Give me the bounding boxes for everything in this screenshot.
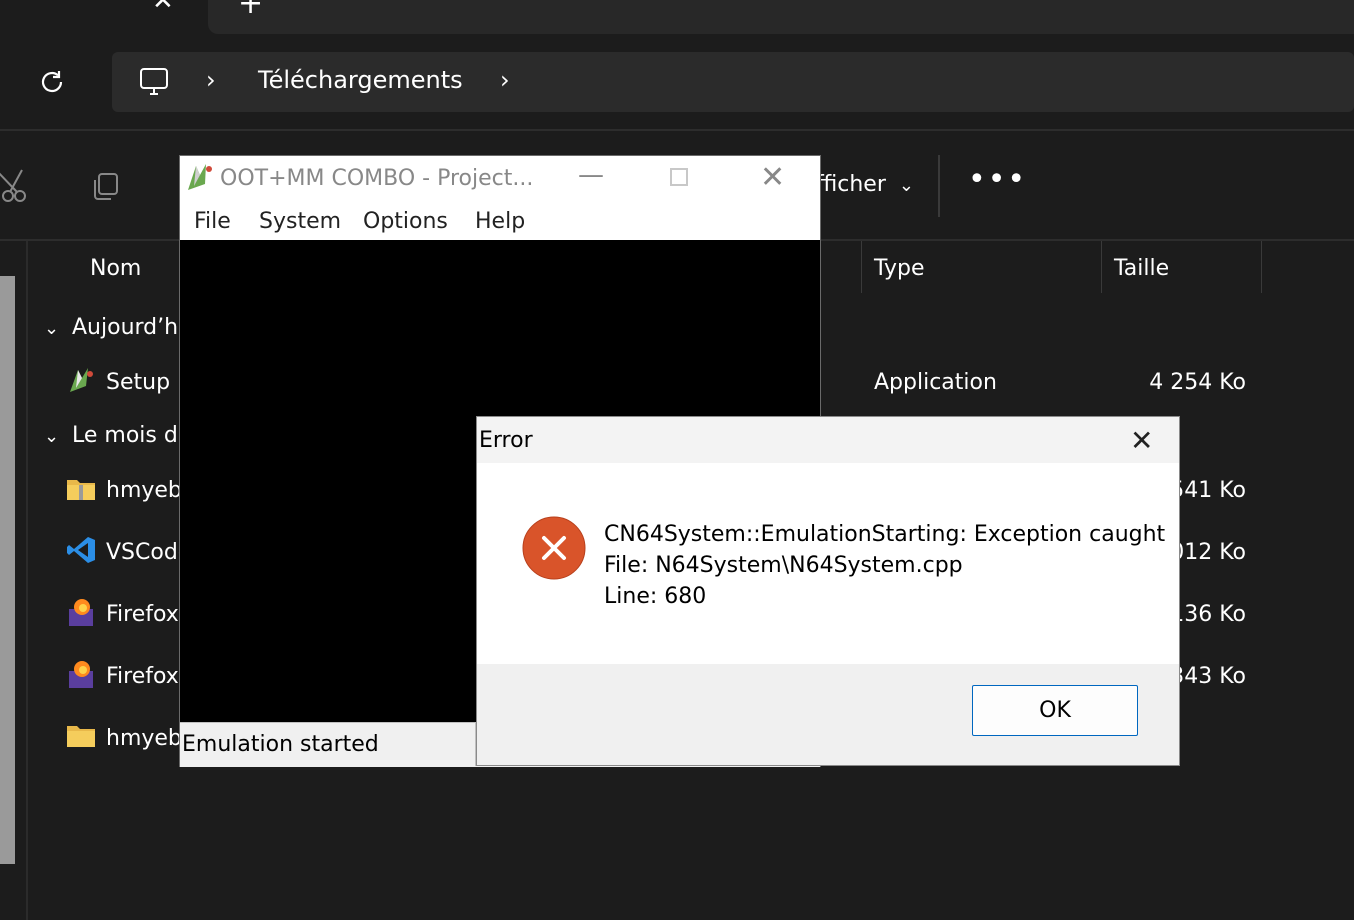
- menu-file[interactable]: File: [194, 209, 231, 234]
- project64-icon: [186, 162, 214, 192]
- group-header-this-month[interactable]: Le mois de: [72, 423, 191, 448]
- minimize-button[interactable]: —: [578, 160, 604, 190]
- view-menu-button[interactable]: fficher ⌄: [816, 172, 914, 197]
- close-button[interactable]: ✕: [760, 160, 785, 195]
- status-text: Emulation started: [182, 732, 379, 757]
- file-size: 4 254 Ko: [1149, 370, 1246, 395]
- file-name[interactable]: Firefox: [106, 664, 179, 689]
- error-dialog-titlebar[interactable]: [477, 417, 1179, 463]
- group-collapse-chevron-icon[interactable]: ⌄: [44, 426, 59, 447]
- column-header-size[interactable]: Taille: [1114, 256, 1169, 281]
- menu-system[interactable]: System: [259, 209, 341, 234]
- breadcrumb-downloads[interactable]: Téléchargements: [258, 66, 463, 94]
- maximize-button[interactable]: [670, 168, 688, 186]
- more-options-button[interactable]: •••: [968, 162, 1027, 197]
- group-header-today[interactable]: Aujourd’hu: [72, 315, 192, 340]
- column-separator[interactable]: [861, 241, 862, 293]
- file-name[interactable]: hmyeb: [106, 478, 182, 503]
- chevron-down-icon: ⌄: [898, 175, 914, 196]
- vscode-icon: [66, 535, 96, 563]
- error-message-line: File: N64System\N64System.cpp: [604, 553, 963, 578]
- column-header-type[interactable]: Type: [874, 256, 925, 281]
- file-name[interactable]: Setup F: [106, 370, 190, 395]
- view-menu-label: fficher: [816, 172, 886, 197]
- folder-icon: [66, 724, 96, 752]
- file-type: Application: [874, 370, 997, 395]
- group-collapse-chevron-icon[interactable]: ⌄: [44, 318, 59, 339]
- menu-help[interactable]: Help: [475, 209, 525, 234]
- file-name[interactable]: hmyeb: [106, 726, 182, 751]
- firefox-installer-icon: [66, 659, 96, 688]
- refresh-button[interactable]: [34, 64, 70, 100]
- error-message-line: Line: 680: [604, 584, 707, 609]
- column-separator[interactable]: [1101, 241, 1102, 293]
- error-dialog-title: Error: [479, 428, 533, 453]
- navigation-scrollbar[interactable]: [0, 276, 15, 864]
- column-header-name[interactable]: Nom: [90, 256, 141, 281]
- breadcrumb-chevron-icon[interactable]: ›: [206, 66, 216, 94]
- menu-options[interactable]: Options: [363, 209, 448, 234]
- file-size: 012 Ko: [1170, 540, 1246, 565]
- close-button[interactable]: ✕: [1130, 424, 1153, 457]
- breadcrumb-chevron-icon[interactable]: ›: [500, 66, 510, 94]
- this-pc-icon[interactable]: [138, 66, 170, 98]
- emulator-title: OOT+MM COMBO - Project...: [220, 166, 534, 191]
- file-size: 343 Ko: [1170, 664, 1246, 689]
- zip-folder-icon: [66, 476, 96, 504]
- new-tab-button[interactable]: +: [238, 0, 263, 21]
- tab-strip: [208, 0, 1354, 34]
- tab-close-button[interactable]: ✕: [152, 0, 174, 16]
- file-name[interactable]: Firefox: [106, 602, 179, 627]
- project64-icon: [66, 366, 96, 394]
- firefox-installer-icon: [66, 597, 96, 626]
- file-size: 541 Ko: [1170, 478, 1246, 503]
- copy-icon[interactable]: [90, 172, 120, 202]
- error-message-line: CN64System::EmulationStarting: Exception…: [604, 522, 1166, 547]
- error-icon: [522, 516, 586, 580]
- column-separator[interactable]: [1261, 241, 1262, 293]
- file-size: 136 Ko: [1170, 602, 1246, 627]
- cut-icon[interactable]: [0, 168, 26, 204]
- refresh-icon: [41, 71, 63, 93]
- ok-button[interactable]: OK: [972, 685, 1138, 736]
- divider: [938, 155, 940, 217]
